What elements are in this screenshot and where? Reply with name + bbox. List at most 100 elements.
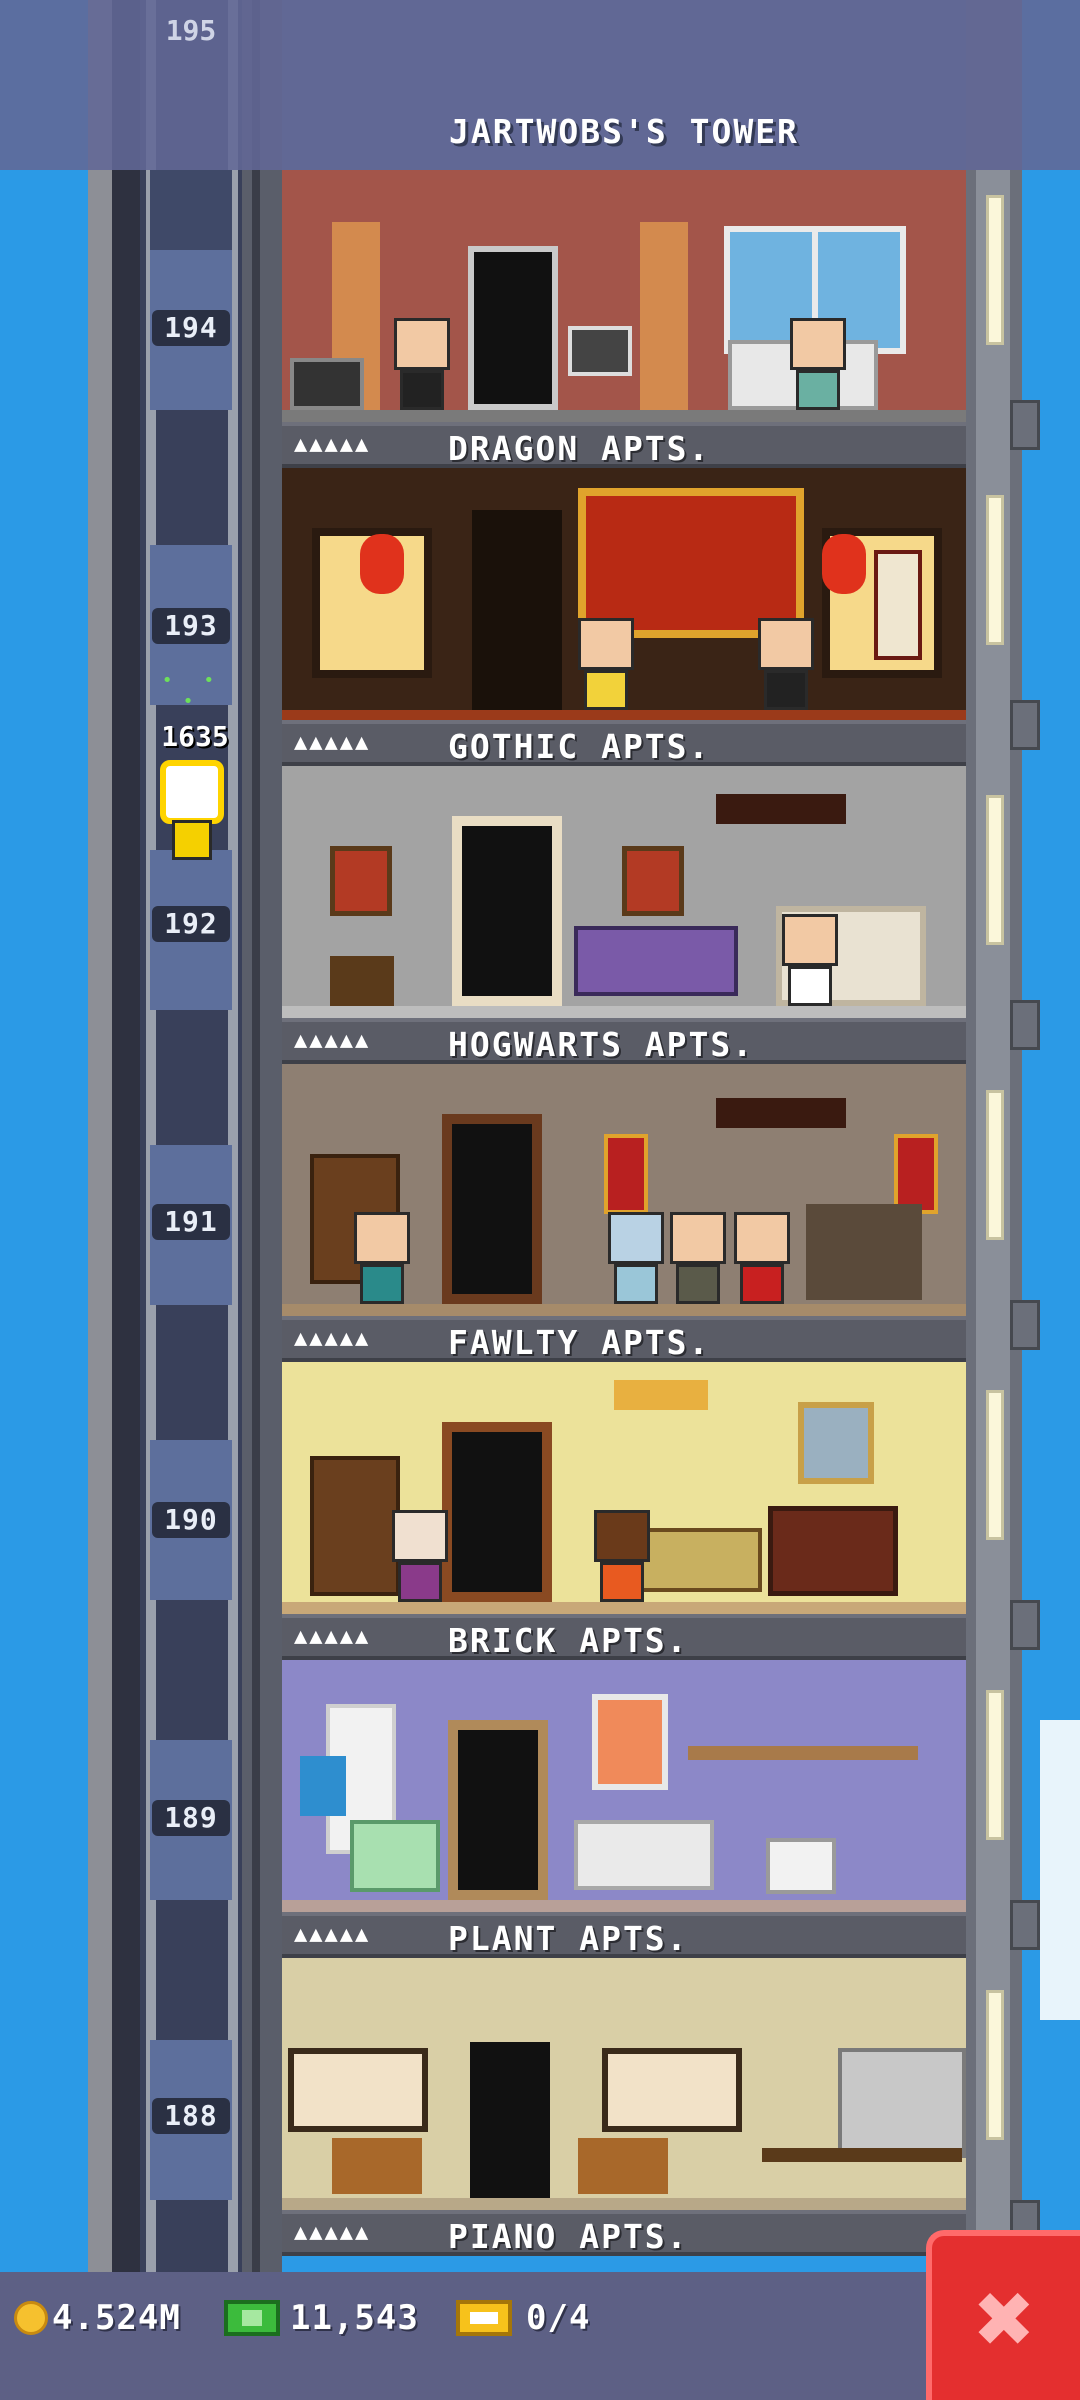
elevator-dots: • • • [161,670,225,712]
wall-light [986,1690,1004,1840]
shaft-divider [242,0,282,2400]
wall-light [986,1390,1004,1540]
fridge [838,2048,966,2158]
cash-counter[interactable]: 11,543 [224,2298,419,2338]
floor-sign-label: HOGWARTS APTS. [448,1025,755,1064]
shield [330,846,392,916]
floor-sign-gothic[interactable]: ▲▲▲▲▲ GOTHIC APTS. [282,720,966,766]
wall-bracket [1010,1000,1040,1050]
bookshelf [310,1456,400,1596]
apartment-door[interactable] [472,510,562,710]
wall-light [986,795,1004,945]
planter [332,2138,422,2194]
banner [894,1134,938,1214]
floor-number-194: 194 [152,310,230,346]
coins-counter[interactable]: 4.524M [14,2298,181,2338]
coins-value: 4.524M [52,2298,181,2338]
pillar [640,222,688,422]
armchair [350,1820,440,1892]
cash-icon [224,2300,280,2336]
resident[interactable] [392,1510,448,1602]
floor-number-192: 192 [152,906,230,942]
elevator-operator-body [172,820,212,860]
resident[interactable] [734,1212,790,1304]
resident[interactable] [354,1212,410,1304]
apartment-door[interactable] [470,2042,550,2198]
floor-number-189: 189 [152,1800,230,1836]
planter [578,2138,668,2194]
coin-icon [14,2301,48,2335]
floor-number-193: 193 [152,608,230,644]
wall-bracket [1010,700,1040,750]
chandelier [716,1098,846,1128]
floor-189[interactable] [282,1660,966,1912]
resident[interactable] [782,914,838,1006]
wall-light [986,495,1004,645]
resident[interactable] [758,618,814,710]
floor-192[interactable] [282,766,966,1018]
resident[interactable] [578,618,634,710]
floor-sign-label: DRAGON APTS. [448,429,711,468]
apartment-door[interactable] [468,246,558,410]
floor-190[interactable] [282,1362,966,1614]
floor-sign-fawlty[interactable]: ▲▲▲▲▲ FAWLTY APTS. [282,1316,966,1362]
floor-sign-label: GOTHIC APTS. [448,727,711,766]
stereo [290,358,364,410]
banner [604,1134,648,1214]
wall-shelf [688,1746,918,1760]
bookcase [766,1838,836,1894]
floor-number-195: 195 [165,14,217,47]
window [602,2048,742,2132]
resident[interactable] [608,1212,664,1304]
floor-sign-brick[interactable]: ▲▲▲▲▲ BRICK APTS. [282,1614,966,1660]
floor-194[interactable] [282,170,966,422]
apartment-door[interactable] [448,1720,548,1900]
resident[interactable] [790,318,846,410]
floor-number-190: 190 [152,1502,230,1538]
wall-bracket [1010,1600,1040,1650]
lamp [300,1756,346,1816]
star-rating: ▲▲▲▲▲ [294,2220,371,2245]
floor-sign-label: BRICK APTS. [448,1621,689,1660]
wall-bracket [1010,400,1040,450]
tower-outer-wall [88,0,112,2400]
star-rating: ▲▲▲▲▲ [294,1028,371,1053]
bux-progress: 0/4 [526,2298,591,2338]
floor-sign-plant[interactable]: ▲▲▲▲▲ PLANT APTS. [282,1912,966,1958]
golden-ticket-icon [456,2300,512,2336]
floor-sign-dragon[interactable]: ▲▲▲▲▲ DRAGON APTS. [282,422,966,468]
floor-188[interactable] [282,1958,966,2210]
lantern [822,534,866,594]
wall-light [986,195,1004,345]
tower-title[interactable]: JARTWOBS'S TOWER [282,112,966,151]
painting [592,1694,668,1790]
bux-counter[interactable]: 0/4 [456,2298,590,2338]
resident[interactable] [670,1212,726,1304]
chandelier [716,794,846,824]
floor-sign-label: PLANT APTS. [448,1919,689,1958]
close-button[interactable]: ✖ [926,2230,1080,2400]
elevator-operator [160,760,224,824]
floor-191[interactable] [282,1064,966,1316]
floor-193[interactable] [282,468,966,722]
lantern [360,534,404,594]
sofa [574,1820,714,1890]
resident[interactable] [394,318,450,410]
floor-sign-piano[interactable]: ▲▲▲▲▲ PIANO APTS. [282,2210,966,2256]
apartment-door[interactable] [452,816,562,1006]
elevator-car[interactable]: • • • 1635 [148,660,238,870]
resident[interactable] [594,1510,650,1602]
chandelier [614,1380,708,1410]
wall-bracket [1010,1300,1040,1350]
apartment-door[interactable] [442,1114,542,1304]
painting [568,326,632,376]
floor-number-191: 191 [152,1204,230,1240]
floor-sign-label: PIANO APTS. [448,2217,689,2256]
scroll [874,550,922,660]
apartment-door[interactable] [442,1422,552,1602]
floor-sign-hogwarts[interactable]: ▲▲▲▲▲ HOGWARTS APTS. [282,1018,966,1064]
floor-sign-label: FAWLTY APTS. [448,1323,711,1362]
fireplace [768,1506,898,1596]
fireplace [806,1204,922,1300]
cloud [1040,1720,1080,2020]
